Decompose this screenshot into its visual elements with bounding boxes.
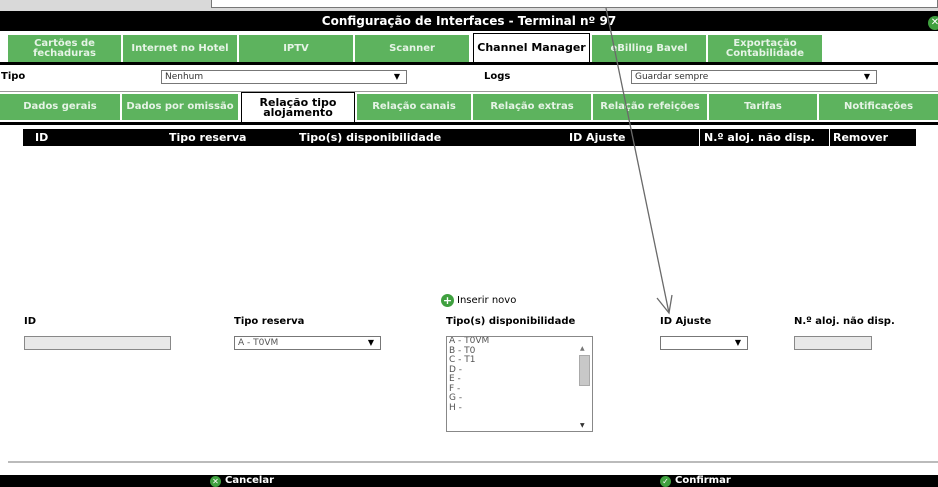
insert-new-label: Inserir novo [457, 295, 517, 306]
id-field[interactable] [24, 336, 171, 350]
cancel-icon: ✕ [210, 475, 221, 487]
tab-label: Relação refeições [600, 101, 700, 112]
naloj-label: N.º aloj. não disp. [794, 316, 895, 327]
tab-label: Relação tipo alojamento [259, 95, 337, 119]
tipo-reserva-value: A - T0VM [238, 338, 279, 348]
tab-relacao-extras[interactable]: Relação extras [473, 94, 591, 120]
cancel-button[interactable]: ✕ Cancelar [210, 475, 274, 487]
col-id[interactable]: ID [35, 129, 48, 146]
tab-label: Scanner [389, 42, 435, 54]
id-ajuste-label: ID Ajuste [660, 316, 712, 327]
col-naloj[interactable]: N.º aloj. não disp. [699, 129, 815, 146]
tab-internet-hotel[interactable]: Internet no Hotel [123, 35, 237, 62]
chevron-down-icon: ▼ [863, 72, 870, 81]
list-item[interactable]: D - [449, 365, 592, 376]
divider [0, 122, 938, 125]
tab-label: Dados gerais [23, 101, 97, 112]
logs-select[interactable]: Guardar sempre ▼ [631, 70, 877, 84]
top-panel-edge [211, 0, 938, 8]
tab-relacao-canais[interactable]: Relação canais [357, 94, 471, 120]
id-ajuste-select[interactable]: ▼ [660, 336, 748, 350]
tab-dados-gerais[interactable]: Dados gerais [0, 94, 120, 120]
tipo-reserva-label: Tipo reserva [234, 316, 305, 327]
table-header: ID Tipo reserva Tipo(s) disponibilidade … [23, 129, 916, 146]
list-item[interactable]: G - [449, 393, 592, 404]
plus-icon: + [441, 294, 454, 307]
tab-ebilling-bavel[interactable]: eBilling Bavel [592, 35, 706, 62]
tab-label: Cartões de fechaduras [33, 37, 96, 59]
chevron-down-icon: ▼ [734, 338, 741, 347]
confirm-button[interactable]: ✓ Confirmar [660, 475, 731, 487]
confirm-label: Confirmar [675, 475, 731, 486]
tab-relacao-refeicoes[interactable]: Relação refeições [593, 94, 707, 120]
col-tipo-reserva[interactable]: Tipo reserva [169, 129, 246, 146]
tab-relacao-tipo-alojamento[interactable]: Relação tipo alojamento [241, 92, 355, 122]
tab-label: Tarifas [744, 101, 782, 112]
tipo-select[interactable]: Nenhum ▼ [161, 70, 407, 84]
scroll-up-icon[interactable]: ▲ [580, 344, 585, 354]
list-item[interactable]: E - [449, 374, 592, 385]
logs-value: Guardar sempre [635, 72, 709, 82]
window-title: Configuração de Interfaces - Terminal nº… [321, 14, 617, 28]
tab-label: Notificações [843, 101, 914, 112]
close-icon[interactable]: ✕ [928, 16, 938, 30]
tab-label: Relação extras [490, 101, 574, 112]
tab-label: eBilling Bavel [610, 42, 688, 54]
tab-notificacoes[interactable]: Notificações [819, 94, 938, 120]
tipo-disponibilidade-label: Tipo(s) disponibilidade [446, 316, 576, 327]
config-form-row: Tipo Nenhum ▼ Logs Guardar sempre ▼ [0, 65, 938, 92]
cancel-label: Cancelar [225, 475, 275, 486]
col-id-ajuste[interactable]: ID Ajuste [569, 129, 625, 146]
interface-tabs: Cartões de fechaduras Internet no Hotel … [0, 31, 938, 62]
tab-dados-omissao[interactable]: Dados por omissão [122, 94, 238, 120]
scrollbar-thumb[interactable] [579, 355, 590, 386]
tipo-disponibilidade-listbox[interactable]: A - T0VM B - T0 C - T1 D - E - F - G - H… [446, 336, 593, 432]
scroll-down-icon[interactable]: ▼ [580, 421, 585, 431]
insert-new-button[interactable]: + Inserir novo [441, 294, 516, 307]
tipo-label: Tipo [1, 71, 26, 82]
col-tipo-disponibilidade[interactable]: Tipo(s) disponibilidade [299, 129, 441, 146]
logs-label: Logs [484, 71, 511, 82]
tab-exportacao-contabilidade[interactable]: Exportação Contabilidade [708, 35, 822, 62]
channel-manager-subtabs: Dados gerais Dados por omissão Relação t… [0, 92, 938, 122]
col-remover[interactable]: Remover [829, 129, 888, 146]
id-label: ID [24, 316, 37, 327]
list-item[interactable]: F - [449, 384, 592, 395]
tab-label: Dados por omissão [126, 101, 234, 112]
tab-tarifas[interactable]: Tarifas [709, 94, 817, 120]
listbox-scrollbar[interactable]: ▲ ▼ [577, 338, 591, 430]
tab-label: Channel Manager [477, 41, 586, 54]
chevron-down-icon: ▼ [367, 338, 374, 347]
chevron-down-icon: ▼ [393, 72, 400, 81]
tab-cartoes-fechaduras[interactable]: Cartões de fechaduras [8, 35, 121, 62]
tipo-reserva-select[interactable]: A - T0VM ▼ [234, 336, 381, 350]
tipo-value: Nenhum [165, 72, 204, 82]
list-item[interactable]: C - T1 [449, 355, 592, 366]
list-item[interactable]: H - [449, 403, 592, 414]
tab-label: Relação canais [372, 101, 456, 112]
tab-channel-manager[interactable]: Channel Manager [473, 33, 590, 62]
footer-bar: ✕ Cancelar ✓ Confirmar [0, 475, 938, 487]
naloj-field[interactable] [794, 336, 872, 350]
tab-scanner[interactable]: Scanner [355, 35, 469, 62]
check-icon: ✓ [660, 475, 671, 487]
tab-label: Exportação Contabilidade [725, 37, 805, 59]
divider [8, 461, 938, 463]
tab-label: Internet no Hotel [131, 42, 229, 54]
tab-label: IPTV [283, 42, 309, 54]
tab-iptv[interactable]: IPTV [239, 35, 353, 62]
window-titlebar: Configuração de Interfaces - Terminal nº… [0, 11, 938, 31]
